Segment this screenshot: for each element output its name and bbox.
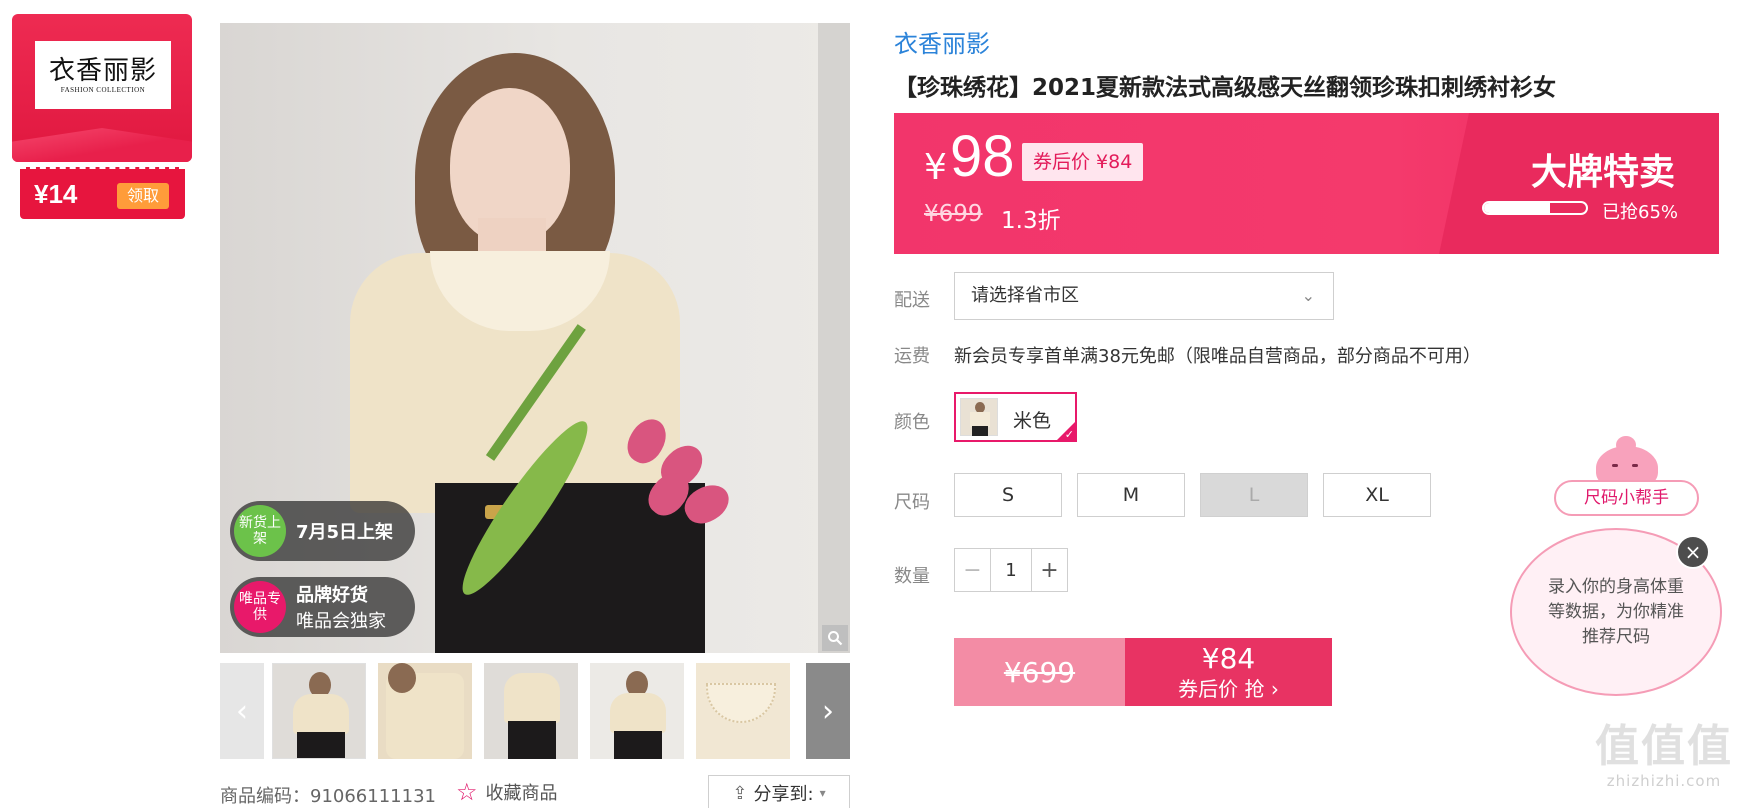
watermark: 值值值 zhizhizhi.com bbox=[1590, 721, 1738, 791]
thumbnail-head bbox=[388, 663, 416, 693]
brand-logo-subtitle: FASHION COLLECTION bbox=[60, 86, 146, 94]
close-icon[interactable]: × bbox=[1676, 535, 1710, 569]
brand-coupon[interactable]: ¥14 领取 bbox=[20, 167, 185, 219]
share-label: 分享到: bbox=[753, 784, 814, 805]
thumbnail[interactable] bbox=[484, 663, 578, 759]
thumbnail-blouse bbox=[610, 693, 666, 733]
after-coupon-price: 券后价 ¥84 bbox=[1022, 143, 1144, 181]
exclusive-title: 品牌好货 bbox=[296, 585, 368, 606]
size-option-l: L bbox=[1200, 473, 1308, 517]
main-product-image[interactable]: 新货上架 7月5日上架 唯品专供 品牌好货 唯品会独家 bbox=[220, 23, 850, 653]
share-button[interactable]: ⇪ 分享到: ▾ bbox=[708, 775, 850, 808]
exclusive-badge: 唯品专供 品牌好货 唯品会独家 bbox=[230, 577, 415, 637]
size-helper-tag[interactable]: 尺码小帮手 bbox=[1554, 480, 1699, 516]
price-banner: ¥ 98 券后价 ¥84 ¥699 1.3折 大牌特卖 已抢65% bbox=[894, 113, 1719, 254]
quantity-decrease-button[interactable]: − bbox=[955, 549, 991, 591]
shipping-label: 运费 bbox=[894, 346, 930, 367]
delivery-label: 配送 bbox=[894, 290, 930, 311]
thumbnail[interactable] bbox=[696, 663, 790, 759]
size-option-xl[interactable]: XL bbox=[1323, 473, 1431, 517]
region-select[interactable]: 请选择省市区 ⌄ bbox=[954, 272, 1334, 320]
thumbnail-skirt bbox=[508, 721, 556, 759]
thumbnail-strip: ‹ › bbox=[220, 663, 850, 759]
magnifier-icon[interactable] bbox=[822, 625, 848, 651]
thumbnail[interactable] bbox=[272, 663, 366, 759]
mascot-eye bbox=[1612, 464, 1618, 467]
current-price: 98 bbox=[950, 124, 1015, 189]
size-option-m[interactable]: M bbox=[1077, 473, 1185, 517]
badge-text: 7月5日上架 bbox=[296, 518, 393, 544]
original-price: ¥699 bbox=[924, 201, 983, 227]
new-arrival-badge: 新货上架 7月5日上架 bbox=[230, 501, 415, 561]
product-title: 【珍珠绣花】2021夏新款法式高级感天丝翻领珍珠扣刺绣衬衫女 bbox=[894, 75, 1557, 101]
brand-link[interactable]: 衣香丽影 bbox=[894, 24, 990, 59]
chevron-down-icon: ▾ bbox=[819, 786, 826, 800]
favorite-label: 收藏商品 bbox=[485, 783, 558, 804]
swatch-skirt bbox=[972, 426, 988, 436]
wall-edge bbox=[818, 23, 850, 653]
thumbnail[interactable] bbox=[378, 663, 472, 759]
chevron-down-icon: ⌄ bbox=[1301, 286, 1315, 305]
quantity-input[interactable]: 1 bbox=[991, 549, 1031, 591]
sold-progress-bar bbox=[1482, 201, 1588, 215]
quantity-increase-button[interactable]: + bbox=[1031, 549, 1067, 591]
color-swatch-image bbox=[960, 398, 998, 436]
color-option[interactable]: 米色 ✓ bbox=[954, 392, 1077, 442]
watermark-url: zhizhizhi.com bbox=[1606, 772, 1722, 790]
chevron-right-icon[interactable]: › bbox=[806, 663, 850, 759]
discount: 1.3折 bbox=[1001, 208, 1061, 234]
color-label: 颜色 bbox=[894, 412, 930, 433]
size-label: 尺码 bbox=[894, 492, 930, 513]
size-option-s[interactable]: S bbox=[954, 473, 1062, 517]
thumbnail-skirt bbox=[297, 732, 345, 758]
new-arrival-circle: 新货上架 bbox=[234, 505, 286, 557]
buy-with-coupon-button[interactable]: ¥84 券后价 抢 › bbox=[1125, 638, 1332, 706]
quantity-stepper: − 1 + bbox=[954, 548, 1068, 592]
size-helper-text: 录入你的身高体重等数据，为你精准推荐尺码 bbox=[1548, 576, 1684, 647]
product-code: 商品编码：91066111131 bbox=[220, 786, 436, 807]
buy-coupon-price: ¥84 bbox=[1201, 642, 1256, 675]
sold-progress-fill bbox=[1484, 203, 1551, 213]
mascot-eye bbox=[1632, 464, 1638, 467]
watermark-logo: 值值值 bbox=[1595, 721, 1733, 772]
original-price-button[interactable]: ¥699 bbox=[954, 638, 1125, 706]
share-icon: ⇪ bbox=[732, 782, 748, 804]
claim-coupon-button[interactable]: 领取 bbox=[117, 183, 169, 209]
swatch-body bbox=[970, 412, 990, 427]
color-option-label: 米色 bbox=[1013, 410, 1052, 432]
brand-logo-card[interactable]: 衣香丽影 FASHION COLLECTION bbox=[12, 14, 192, 162]
brand-logo: 衣香丽影 FASHION COLLECTION bbox=[35, 41, 171, 109]
sold-percent: 已抢65% bbox=[1602, 202, 1679, 223]
thumbnail-blouse bbox=[504, 673, 560, 723]
exclusive-circle: 唯品专供 bbox=[234, 581, 286, 633]
exclusive-subtitle: 唯品会独家 bbox=[296, 611, 386, 632]
chevron-left-icon[interactable]: ‹ bbox=[220, 663, 264, 759]
favorite-button[interactable]: ☆ 收藏商品 bbox=[456, 778, 558, 806]
star-icon: ☆ bbox=[456, 778, 478, 806]
check-icon: ✓ bbox=[1064, 428, 1074, 441]
thumbnail[interactable] bbox=[590, 663, 684, 759]
quantity-label: 数量 bbox=[894, 566, 930, 587]
buy-action-label: 券后价 抢 › bbox=[1178, 677, 1279, 701]
badge-text: 品牌好货 唯品会独家 bbox=[296, 581, 386, 633]
region-select-placeholder: 请选择省市区 bbox=[971, 285, 1079, 306]
thumbnail-skirt bbox=[614, 731, 662, 759]
brand-logo-text: 衣香丽影 bbox=[48, 56, 157, 86]
thumbnail-blouse bbox=[293, 694, 349, 734]
currency-symbol: ¥ bbox=[924, 147, 947, 188]
new-arrival-date: 7月5日上架 bbox=[296, 522, 394, 543]
brand-card-fold bbox=[12, 128, 192, 162]
coupon-amount: ¥14 bbox=[34, 178, 78, 209]
shipping-info: 新会员专享首单满38元免邮（限唯品自营商品，部分商品不可用） bbox=[954, 346, 1481, 367]
brand-sale-label: 大牌特卖 bbox=[1530, 152, 1675, 193]
